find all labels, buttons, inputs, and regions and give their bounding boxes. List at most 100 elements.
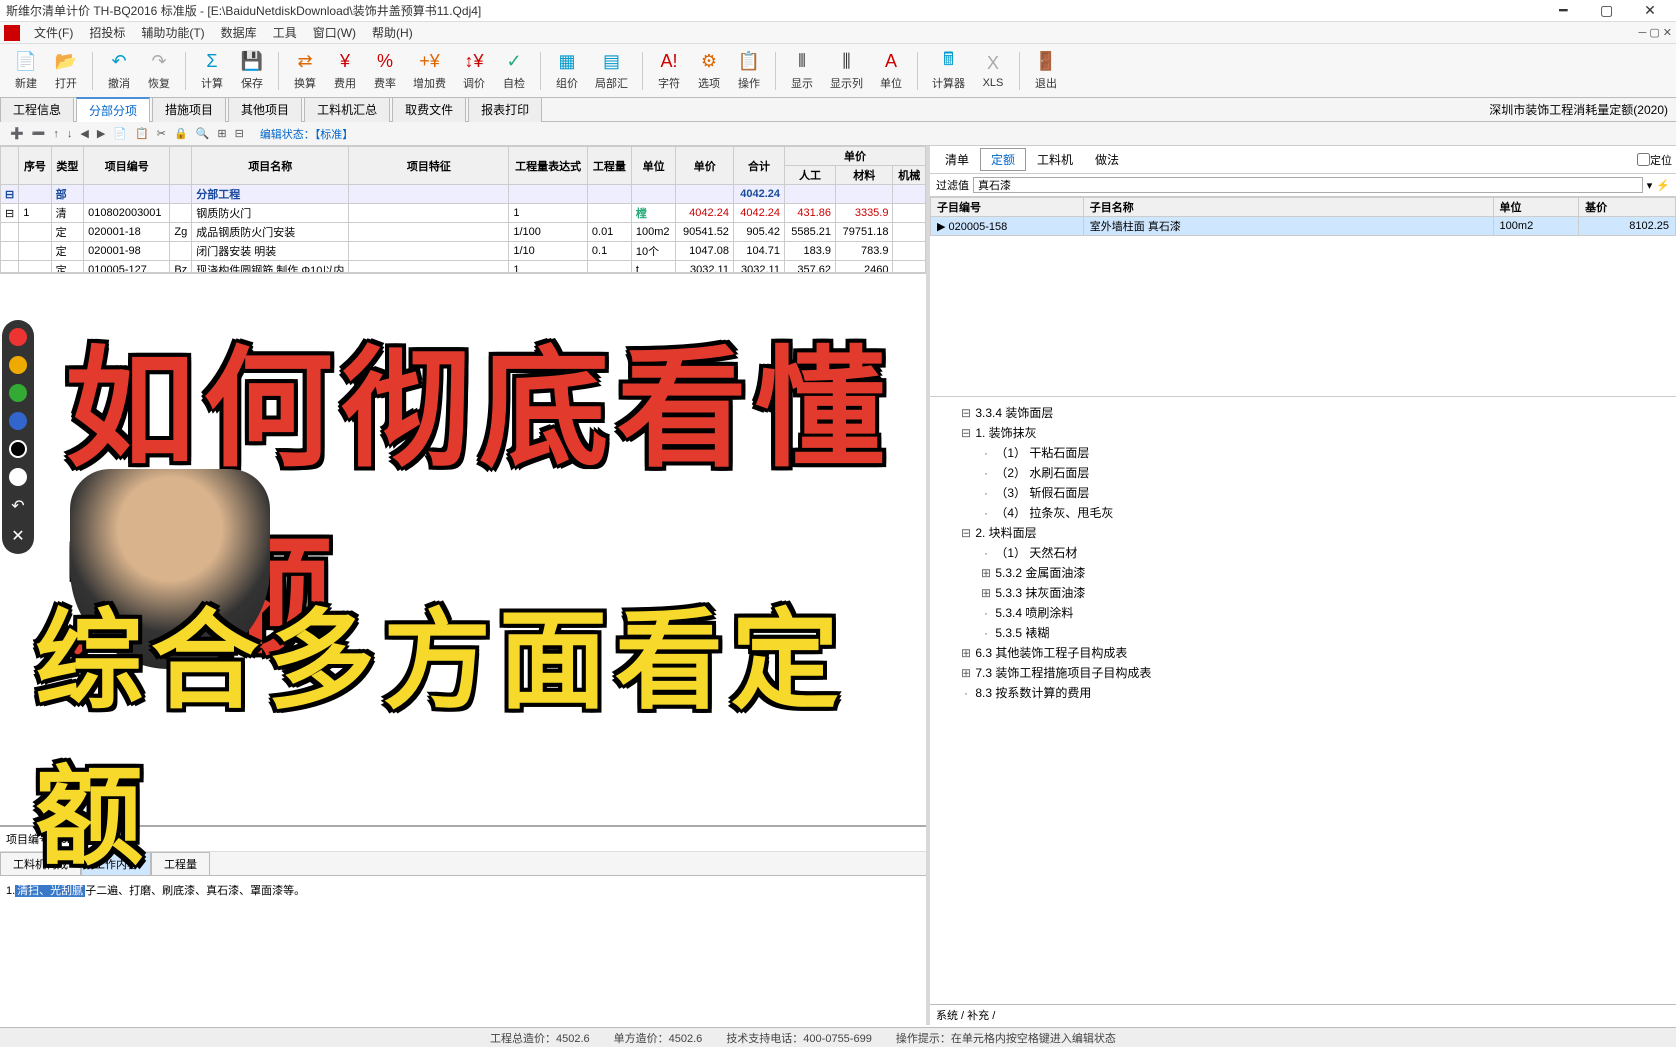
- toolbar-组价[interactable]: ▦组价: [547, 49, 587, 93]
- tree-node[interactable]: · 5.3.5 裱糊: [936, 623, 1670, 643]
- lock-icon[interactable]: 🔒: [170, 127, 192, 140]
- maximize-icon[interactable]: ▢: [1587, 2, 1627, 19]
- menu-文件(F)[interactable]: 文件(F): [26, 26, 81, 40]
- toolbar-XLS[interactable]: XXLS: [973, 51, 1013, 91]
- find-icon[interactable]: 🔍: [192, 127, 214, 140]
- toolbar-费用[interactable]: ¥费用: [325, 49, 365, 93]
- toolbar-撤消[interactable]: ↶撤消: [99, 49, 139, 93]
- main-tab-其他项目[interactable]: 其他项目: [228, 97, 302, 122]
- toolbar-换算[interactable]: ⇄换算: [285, 49, 325, 93]
- right-tab-工料机[interactable]: 工料机: [1026, 148, 1084, 171]
- orange-pen-icon[interactable]: [9, 356, 27, 374]
- close-icon[interactable]: ✕: [1630, 2, 1670, 19]
- tree-node[interactable]: ⊞ 5.3.2 金属面油漆: [936, 563, 1670, 583]
- paste-icon[interactable]: 📋: [131, 127, 153, 140]
- toolbar-局部汇[interactable]: ▤局部汇: [587, 49, 636, 93]
- insert-row-icon[interactable]: ➕: [6, 127, 28, 140]
- annotation-toolbar[interactable]: ↶ ✕: [2, 320, 34, 554]
- grid-row[interactable]: 定020001-18Zg成品钢质防火门安装1/1000.01100m290541…: [1, 223, 926, 242]
- grid-row[interactable]: 定010005-127Bz现浇构件圆钢筋 制作 Φ10以内1t3032.1130…: [1, 261, 926, 275]
- right-tab-做法[interactable]: 做法: [1084, 148, 1130, 171]
- minimize-icon[interactable]: ━: [1543, 2, 1583, 19]
- tree-node[interactable]: ⊞ 7.3 装饰工程措施项目子目构成表: [936, 663, 1670, 683]
- close-toolbar-icon[interactable]: ✕: [11, 526, 24, 546]
- toolbar-增加费[interactable]: +¥增加费: [405, 49, 454, 93]
- toolbar-保存[interactable]: 💾保存: [232, 49, 272, 93]
- toolbar-显示[interactable]: ⫴显示: [782, 49, 822, 93]
- tree-node[interactable]: · （4） 拉条灰、甩毛灰: [936, 503, 1670, 523]
- filter-dropdown-icon[interactable]: ▾: [1647, 179, 1653, 192]
- main-tab-工程信息[interactable]: 工程信息: [0, 97, 74, 122]
- copy-icon[interactable]: 📄: [109, 127, 131, 140]
- tree-node[interactable]: ⊟ 3.3.4 装饰面层: [936, 403, 1670, 423]
- white-pen-icon[interactable]: [9, 468, 27, 486]
- toolbar-字符[interactable]: A!字符: [649, 49, 689, 93]
- tree-node[interactable]: ⊞ 5.3.3 抹灰面油漆: [936, 583, 1670, 603]
- toolbar-恢复[interactable]: ↷恢复: [139, 49, 179, 93]
- quota-result-row[interactable]: ▶ 020005-158 室外墙柱面 真石漆 100m2 8102.25: [931, 217, 1676, 236]
- tree-node[interactable]: · 8.3 按系数计算的费用: [936, 683, 1670, 703]
- main-grid[interactable]: 序号 类型 项目编号 项目名称 项目特征 工程量表达式 工程量 单位 单价 合计…: [0, 146, 926, 274]
- app-logo-icon: [4, 25, 20, 41]
- menu-辅助功能(T)[interactable]: 辅助功能(T): [133, 26, 212, 40]
- edit-status-label: 编辑状态：【标准】: [260, 126, 354, 142]
- mdi-controls[interactable]: ─ ▢ ✕: [1638, 26, 1672, 39]
- quota-result-grid[interactable]: 子目编号 子目名称 单位 基价 ▶ 020005-158 室外墙柱面 真石漆 1…: [930, 197, 1676, 236]
- grid-row[interactable]: 定020001-98闭门器安装 明装1/100.110个1047.08104.7…: [1, 242, 926, 261]
- toolbar-调价[interactable]: ↕¥调价: [454, 49, 494, 93]
- indent-left-icon[interactable]: ◀: [76, 127, 92, 140]
- blue-pen-icon[interactable]: [9, 412, 27, 430]
- tree-node[interactable]: · （2） 水刷石面层: [936, 463, 1670, 483]
- tree-node[interactable]: · 5.3.4 喷刷涂料: [936, 603, 1670, 623]
- toolbar-选项[interactable]: ⚙选项: [689, 49, 729, 93]
- toolbar-计算[interactable]: Σ计算: [192, 49, 232, 93]
- toolbar-计算器[interactable]: 🖩计算器: [924, 49, 973, 93]
- main-tab-取费文件[interactable]: 取费文件: [392, 97, 466, 122]
- filter-input[interactable]: [973, 177, 1643, 193]
- right-tab-清单[interactable]: 清单: [934, 148, 980, 171]
- menu-招投标[interactable]: 招投标: [81, 26, 133, 40]
- toolbar-操作[interactable]: 📋操作: [729, 49, 769, 93]
- menu-数据库[interactable]: 数据库: [213, 26, 265, 40]
- cut-icon[interactable]: ✂: [153, 127, 170, 140]
- toolbar-显示列[interactable]: ⫼显示列: [822, 49, 871, 93]
- right-bottom-tabs[interactable]: 系统 / 补充 /: [930, 1004, 1676, 1025]
- tree-node[interactable]: ⊞ 6.3 其他装饰工程子目构成表: [936, 643, 1670, 663]
- green-pen-icon[interactable]: [9, 384, 27, 402]
- main-tab-工料机汇总[interactable]: 工料机汇总: [304, 97, 390, 122]
- indent-right-icon[interactable]: ▶: [93, 127, 109, 140]
- grid-row[interactable]: ⊟部分部工程4042.24: [1, 185, 926, 204]
- tree-node[interactable]: · （1） 干粘石面层: [936, 443, 1670, 463]
- down-icon[interactable]: ↓: [63, 128, 77, 140]
- collapse-icon[interactable]: ⊟: [231, 127, 248, 140]
- support-phone-label: 技术支持电话：400-0755-699: [726, 1030, 872, 1046]
- menu-工具[interactable]: 工具: [265, 26, 305, 40]
- unit-cost-label: 单方造价：4502.6: [614, 1030, 703, 1046]
- main-tab-措施项目[interactable]: 措施项目: [152, 97, 226, 122]
- toolbar-费率[interactable]: %费率: [365, 49, 405, 93]
- toolbar-退出[interactable]: 🚪退出: [1026, 49, 1066, 93]
- toolbar-打开[interactable]: 📂打开: [46, 49, 86, 93]
- up-icon[interactable]: ↑: [49, 128, 63, 140]
- grid-row[interactable]: ⊟1清010802003001钢质防火门1樘4042.244042.24431.…: [1, 204, 926, 223]
- main-tab-报表打印[interactable]: 报表打印: [468, 97, 542, 122]
- toolbar-新建[interactable]: 📄新建: [6, 49, 46, 93]
- toolbar-自检[interactable]: ✓自检: [494, 49, 534, 93]
- quota-tree[interactable]: ⊟ 3.3.4 装饰面层⊟ 1. 装饰抹灰· （1） 干粘石面层· （2） 水刷…: [930, 396, 1676, 1004]
- undo-icon[interactable]: ↶: [11, 496, 24, 516]
- black-pen-icon[interactable]: [9, 440, 27, 458]
- menu-窗口(W)[interactable]: 窗口(W): [305, 26, 364, 40]
- tree-node[interactable]: · （3） 斩假石面层: [936, 483, 1670, 503]
- toolbar-单位[interactable]: A单位: [871, 49, 911, 93]
- pin-checkbox[interactable]: 定位: [1637, 152, 1672, 168]
- main-tab-分部分项[interactable]: 分部分项: [76, 97, 150, 122]
- tree-node[interactable]: ⊟ 2. 块料面层: [936, 523, 1670, 543]
- menu-帮助(H)[interactable]: 帮助(H): [364, 26, 421, 40]
- tree-node[interactable]: ⊟ 1. 装饰抹灰: [936, 423, 1670, 443]
- tree-node[interactable]: · （1） 天然石材: [936, 543, 1670, 563]
- red-pen-icon[interactable]: [9, 328, 27, 346]
- delete-row-icon[interactable]: ➖: [28, 127, 50, 140]
- right-tab-定额[interactable]: 定额: [980, 148, 1026, 171]
- filter-apply-icon[interactable]: ⚡: [1656, 179, 1670, 192]
- expand-icon[interactable]: ⊞: [213, 127, 230, 140]
